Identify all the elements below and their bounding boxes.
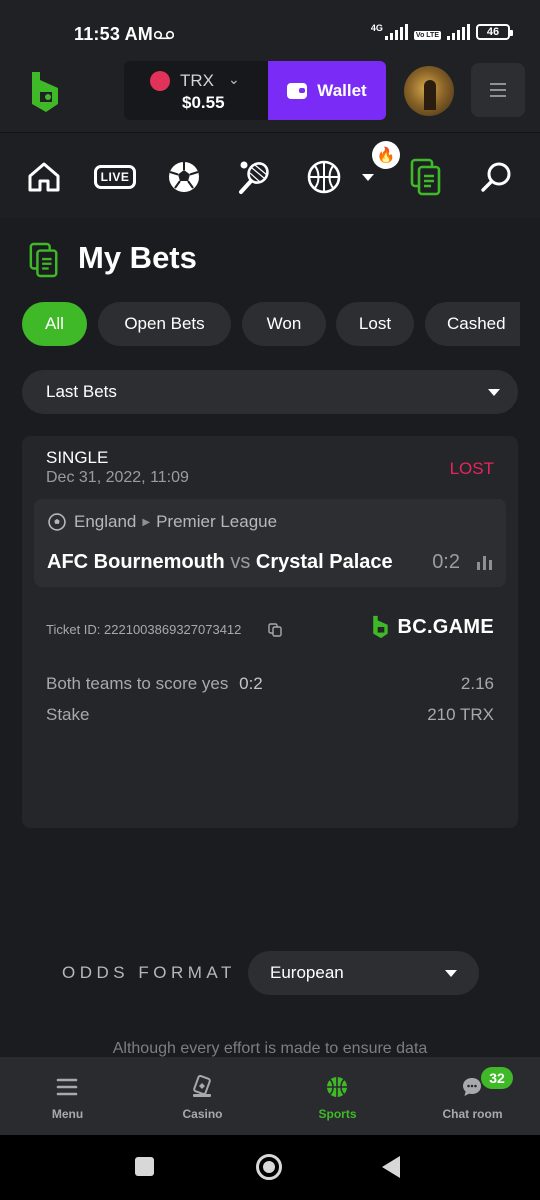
chevron-right-icon: ▶: [142, 517, 151, 528]
tab-sports-label: Sports: [318, 1107, 357, 1121]
bc-logo-icon: [373, 615, 389, 639]
home-button[interactable]: [256, 1154, 282, 1180]
tab-sports[interactable]: Sports: [270, 1057, 405, 1135]
status-bar: 11:53 AM 4G Vo LTE 46: [0, 0, 540, 60]
home-team: AFC Bournemouth: [47, 551, 225, 573]
match-teams: AFC Bournemouth vs Crystal Palace: [47, 551, 393, 574]
currency-balance: $0.55: [182, 93, 225, 112]
battery-icon: 46: [476, 24, 513, 40]
battery-level: 46: [486, 26, 500, 38]
bet-status-badge: LOST: [449, 459, 494, 478]
disclaimer-text: Although every effort is made to ensure …: [112, 1040, 428, 1057]
recents-button[interactable]: [135, 1157, 154, 1176]
search-icon[interactable]: [476, 157, 516, 197]
casino-icon: [193, 1075, 211, 1097]
app-header: TRX ⌄ $0.55 Wallet: [0, 60, 540, 132]
tab-casino-label: Casino: [182, 1107, 223, 1121]
fire-icon: 🔥: [372, 141, 400, 169]
ticket-id: Ticket ID: 2221003869327073412: [46, 622, 242, 637]
odds-format-dropdown[interactable]: European: [248, 951, 479, 995]
signal-icon-2: [447, 24, 470, 40]
live-label: LIVE: [93, 165, 137, 189]
currency-name: TRX: [180, 71, 214, 90]
bc-logo-icon[interactable]: [28, 70, 64, 114]
country-name: England: [74, 512, 137, 531]
system-nav-bar: [0, 1135, 540, 1200]
stats-icon[interactable]: [477, 556, 492, 570]
live-button[interactable]: LIVE: [93, 157, 137, 197]
currency-selector[interactable]: TRX ⌄ $0.55: [124, 61, 268, 120]
stake-value: 210 TRX: [427, 705, 494, 724]
bet-filter-chips: All Open Bets Won Lost Cashed: [22, 302, 520, 346]
vs-label: vs: [230, 551, 251, 573]
tab-chat-room-label: Chat room: [442, 1107, 503, 1121]
league-breadcrumb: England ▶ Premier League: [74, 512, 277, 532]
filter-lost[interactable]: Lost: [336, 302, 414, 346]
caret-down-icon: [362, 173, 374, 181]
trx-coin-icon: [150, 71, 170, 91]
tab-menu[interactable]: Menu: [0, 1057, 135, 1135]
selection-odds: 2.16: [460, 674, 494, 693]
back-button[interactable]: [382, 1156, 400, 1178]
signal-icon: [384, 24, 408, 40]
bc-game-wordmark: BC.GAME: [397, 615, 494, 638]
away-team: Crystal Palace: [255, 551, 393, 573]
network-type: 4G: [370, 23, 383, 33]
tennis-icon[interactable]: [234, 157, 274, 197]
bc-game-logo: BC.GAME: [371, 614, 494, 640]
wallet-label: Wallet: [317, 80, 367, 100]
chevron-down-icon: ⌄: [228, 71, 240, 87]
basketball-icon[interactable]: [304, 157, 344, 197]
soccer-icon[interactable]: [164, 157, 204, 197]
odds-format-value: European: [270, 963, 344, 982]
bet-card[interactable]: SINGLE Dec 31, 2022, 11:09 LOST England ▶…: [22, 436, 518, 828]
soccer-icon: [48, 513, 66, 531]
voicemail-icon: [154, 30, 174, 40]
selection-score: 0:2: [239, 674, 263, 693]
page-title: My Bets: [78, 240, 197, 275]
caret-down-icon: [488, 389, 500, 396]
match-info[interactable]: England ▶ Premier League AFC Bournemouth v…: [34, 499, 506, 587]
selection-label: Both teams to score yes: [46, 674, 229, 693]
sports-icon: [327, 1077, 347, 1097]
tab-casino[interactable]: Casino: [135, 1057, 270, 1135]
stake-label: Stake: [46, 705, 90, 724]
volte-badge: Vo LTE: [413, 31, 441, 40]
category-nav: LIVE: [0, 132, 540, 218]
status-indicators: 4G Vo LTE 46: [370, 23, 513, 40]
home-icon[interactable]: [24, 157, 64, 197]
wallet-button[interactable]: Wallet: [268, 61, 386, 120]
match-score: 0:2: [432, 551, 460, 573]
filter-all[interactable]: All: [22, 302, 87, 346]
history-dropdown[interactable]: Last Bets: [22, 370, 518, 414]
chat-unread-badge: 32: [481, 1067, 513, 1089]
filter-cashed[interactable]: Cashed: [425, 302, 520, 346]
history-dropdown-value: Last Bets: [46, 382, 117, 401]
bet-date: Dec 31, 2022, 11:09: [46, 469, 189, 486]
league-name: Premier League: [156, 512, 278, 531]
my-bets-icon[interactable]: [406, 157, 446, 197]
tab-chat-room[interactable]: Chat room: [405, 1057, 540, 1135]
filter-won[interactable]: Won: [242, 302, 326, 346]
menu-button[interactable]: [471, 63, 525, 117]
caret-down-icon: [445, 970, 457, 977]
bet-type: SINGLE: [46, 448, 109, 467]
my-bets-title-icon: [29, 242, 58, 278]
bottom-tab-bar: Menu Casino Sports Chat room: [0, 1057, 540, 1135]
copy-icon[interactable]: [268, 623, 282, 637]
menu-icon: [56, 1078, 78, 1096]
odds-format-label: ODDS FORMAT: [62, 963, 236, 982]
avatar[interactable]: [404, 66, 454, 116]
status-time: 11:53 AM: [74, 24, 153, 44]
tab-menu-label: Menu: [51, 1107, 84, 1121]
selection-row: Both teams to score yes 0:2: [46, 674, 263, 694]
filter-open-bets[interactable]: Open Bets: [98, 302, 231, 346]
wallet-icon: [287, 82, 308, 99]
